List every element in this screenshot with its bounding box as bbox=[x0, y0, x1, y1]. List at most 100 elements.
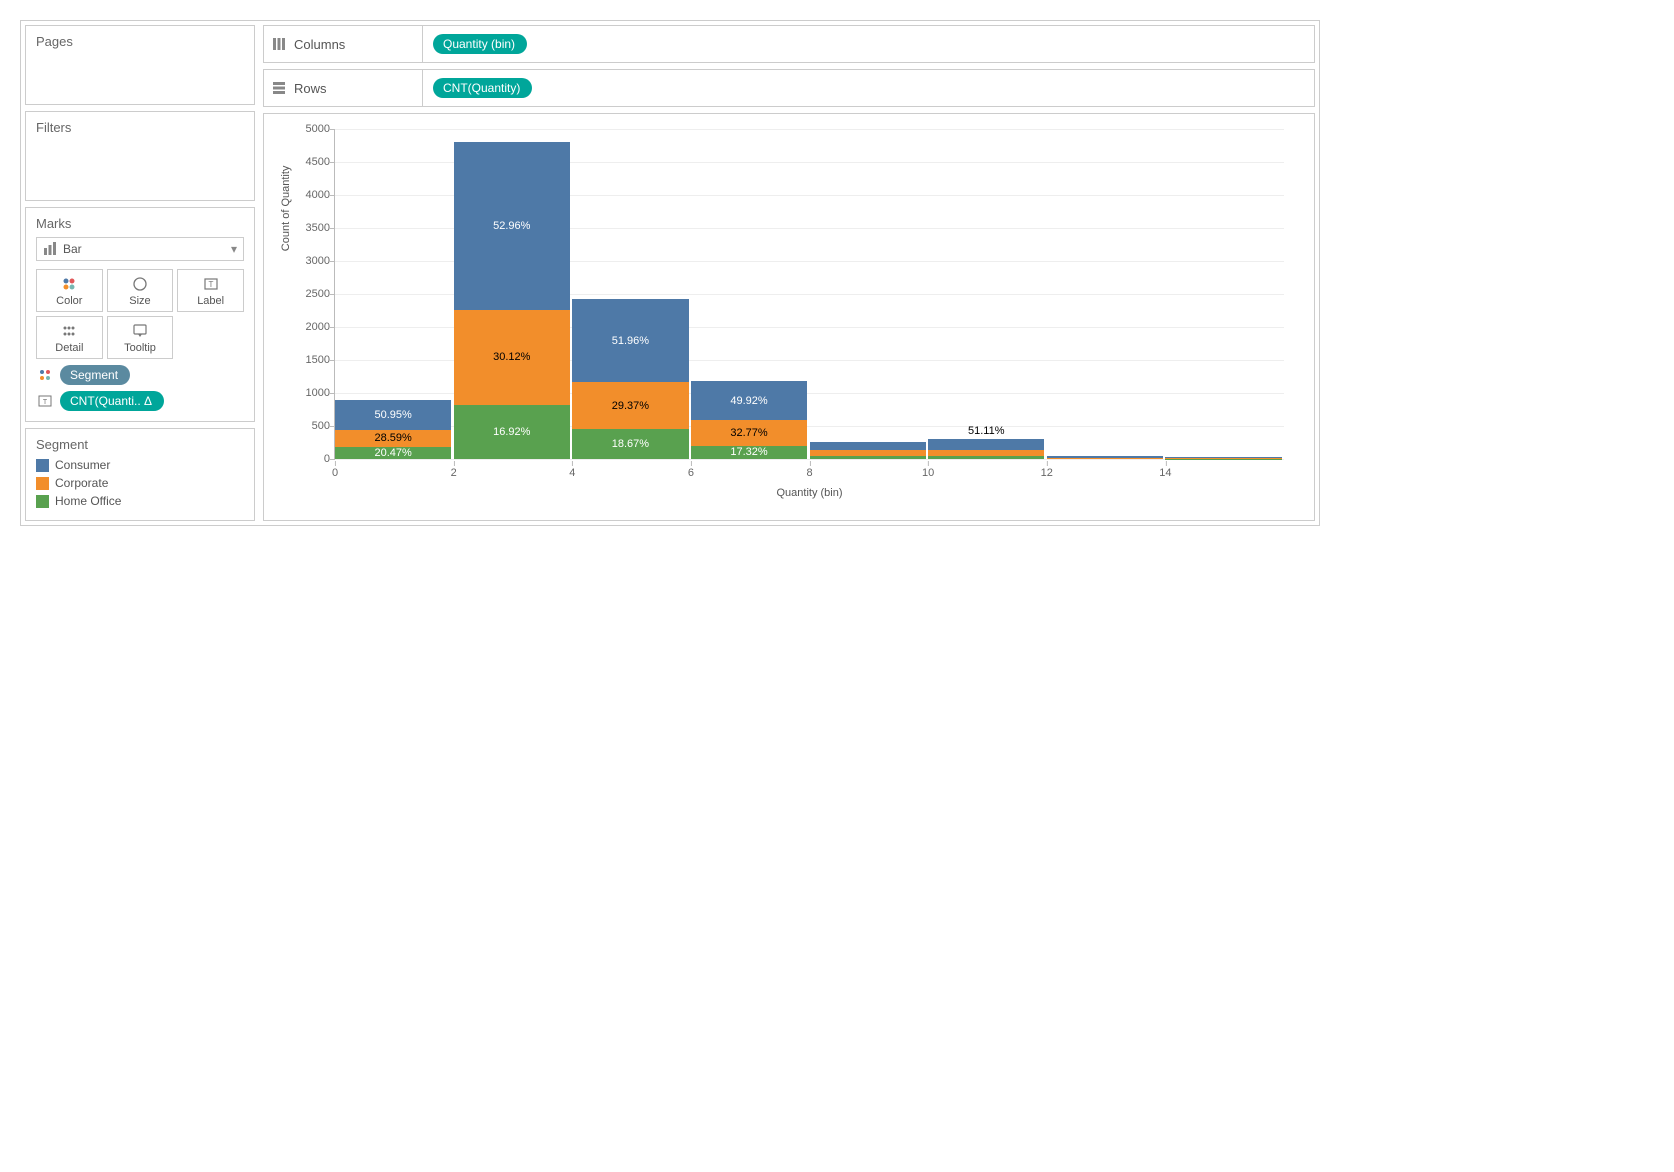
mark-type-select[interactable]: Bar ▾ bbox=[36, 237, 244, 261]
bar-label: 16.92% bbox=[493, 426, 530, 438]
rows-shelf[interactable]: Rows CNT(Quantity) bbox=[263, 69, 1315, 107]
size-icon bbox=[132, 276, 148, 292]
bar-label: 52.96% bbox=[493, 220, 530, 232]
marks-card: Marks Bar ▾ Color bbox=[25, 207, 255, 422]
bar-label: 49.92% bbox=[730, 395, 767, 407]
bar-label: 17.32% bbox=[730, 446, 767, 458]
chevron-down-icon: ▾ bbox=[231, 242, 237, 256]
bar-label: 29.37% bbox=[612, 400, 649, 412]
legend-label: Home Office bbox=[55, 494, 121, 508]
plot-area: Count of Quantity Quantity (bin) 0500100… bbox=[334, 129, 1284, 460]
bar-segment[interactable] bbox=[1047, 458, 1163, 459]
bar-group[interactable]: 17.32% 32.77% 49.92% bbox=[691, 381, 807, 459]
legend-swatch bbox=[36, 495, 49, 508]
svg-text:T: T bbox=[208, 280, 213, 289]
x-tick: 14 bbox=[1159, 467, 1171, 479]
bar-group[interactable]: 20.47% 28.59% 50.95% bbox=[335, 400, 451, 459]
bar-segment[interactable] bbox=[1165, 458, 1281, 459]
x-tick: 10 bbox=[922, 467, 934, 479]
bar-label: 30.12% bbox=[493, 351, 530, 363]
detail-button[interactable]: Detail bbox=[36, 316, 103, 359]
color-icon bbox=[36, 368, 54, 382]
x-tick: 12 bbox=[1041, 467, 1053, 479]
bar-label: 51.11% bbox=[968, 425, 1005, 437]
filters-shelf[interactable]: Filters bbox=[25, 111, 255, 201]
legend-card: Segment ConsumerCorporateHome Office bbox=[25, 428, 255, 521]
svg-text:T: T bbox=[43, 399, 48, 406]
y-tick: 4000 bbox=[290, 189, 330, 201]
color-icon bbox=[61, 276, 77, 292]
marks-pill-segment[interactable]: Segment bbox=[36, 365, 244, 385]
bar-group[interactable]: 16.92% 30.12% 52.96% bbox=[454, 142, 570, 459]
legend-label: Corporate bbox=[55, 476, 108, 490]
x-axis-label: Quantity (bin) bbox=[776, 487, 842, 499]
bar-group[interactable]: 18.67% 29.37% 51.96% bbox=[572, 299, 688, 459]
legend-item[interactable]: Home Office bbox=[36, 494, 244, 508]
bar-segment[interactable] bbox=[928, 439, 1044, 450]
bar-label: 51.96% bbox=[612, 335, 649, 347]
x-tick: 6 bbox=[688, 467, 694, 479]
bar-segment[interactable] bbox=[810, 456, 926, 459]
bar-segment[interactable] bbox=[810, 442, 926, 451]
marks-pill-cnt[interactable]: T CNT(Quanti.. Δ bbox=[36, 391, 244, 411]
tooltip-button[interactable]: Tooltip bbox=[107, 316, 174, 359]
x-tick: 0 bbox=[332, 467, 338, 479]
bar-segment[interactable] bbox=[1047, 458, 1163, 459]
bar-segment[interactable] bbox=[1165, 457, 1281, 458]
chart-viz: Count of Quantity Quantity (bin) 0 500 100… bbox=[263, 113, 1315, 521]
legend-item[interactable]: Consumer bbox=[36, 458, 244, 472]
y-tick: 1000 bbox=[290, 387, 330, 399]
size-button[interactable]: Size bbox=[107, 269, 174, 312]
columns-icon bbox=[272, 37, 286, 51]
label-button[interactable]: T Label bbox=[177, 269, 244, 312]
bar-icon bbox=[43, 242, 57, 256]
pages-title: Pages bbox=[36, 34, 244, 49]
x-tick: 8 bbox=[806, 467, 812, 479]
bar-label: 20.47% bbox=[374, 447, 411, 459]
bar-label: 18.67% bbox=[612, 438, 649, 450]
y-tick: 2000 bbox=[290, 321, 330, 333]
tooltip-icon bbox=[132, 323, 148, 339]
columns-label: Columns bbox=[294, 37, 345, 52]
bar-group[interactable] bbox=[1047, 456, 1163, 459]
left-panel: Pages Filters Marks Bar ▾ bbox=[25, 25, 255, 521]
y-axis-label: Count of Quantity bbox=[280, 166, 292, 252]
app-root: Pages Filters Marks Bar ▾ bbox=[20, 20, 1320, 526]
marks-title: Marks bbox=[36, 216, 244, 231]
legend-item[interactable]: Corporate bbox=[36, 476, 244, 490]
y-tick: 5000 bbox=[290, 123, 330, 135]
mark-type-label: Bar bbox=[63, 242, 82, 256]
color-button[interactable]: Color bbox=[36, 269, 103, 312]
bar-segment[interactable] bbox=[1047, 456, 1163, 457]
legend-swatch bbox=[36, 477, 49, 490]
rows-label: Rows bbox=[294, 81, 327, 96]
detail-icon bbox=[61, 323, 77, 339]
y-tick: 500 bbox=[290, 420, 330, 432]
y-tick: 3000 bbox=[290, 255, 330, 267]
y-tick: 4500 bbox=[290, 156, 330, 168]
columns-pill[interactable]: Quantity (bin) bbox=[433, 34, 527, 54]
y-tick: 1500 bbox=[290, 354, 330, 366]
bar-label: 28.59% bbox=[374, 432, 411, 444]
filters-title: Filters bbox=[36, 120, 244, 135]
y-tick: 2500 bbox=[290, 288, 330, 300]
bar-group[interactable] bbox=[810, 442, 926, 459]
rows-icon bbox=[272, 81, 286, 95]
rows-pill[interactable]: CNT(Quantity) bbox=[433, 78, 532, 98]
x-tick: 2 bbox=[451, 467, 457, 479]
bar-group[interactable]: 51.11% bbox=[928, 439, 1044, 459]
y-tick: 3500 bbox=[290, 222, 330, 234]
right-panel: Columns Quantity (bin) Rows CNT(Quantity… bbox=[263, 25, 1315, 521]
bar-segment[interactable] bbox=[928, 450, 1044, 456]
bar-group[interactable] bbox=[1165, 457, 1281, 459]
label-icon: T bbox=[36, 394, 54, 408]
bar-segment[interactable] bbox=[928, 456, 1044, 459]
bar-label: 32.77% bbox=[730, 427, 767, 439]
x-tick: 4 bbox=[569, 467, 575, 479]
legend-swatch bbox=[36, 459, 49, 472]
bar-label: 50.95% bbox=[374, 409, 411, 421]
bar-segment[interactable] bbox=[810, 450, 926, 456]
columns-shelf[interactable]: Columns Quantity (bin) bbox=[263, 25, 1315, 63]
legend-label: Consumer bbox=[55, 458, 110, 472]
pages-shelf[interactable]: Pages bbox=[25, 25, 255, 105]
